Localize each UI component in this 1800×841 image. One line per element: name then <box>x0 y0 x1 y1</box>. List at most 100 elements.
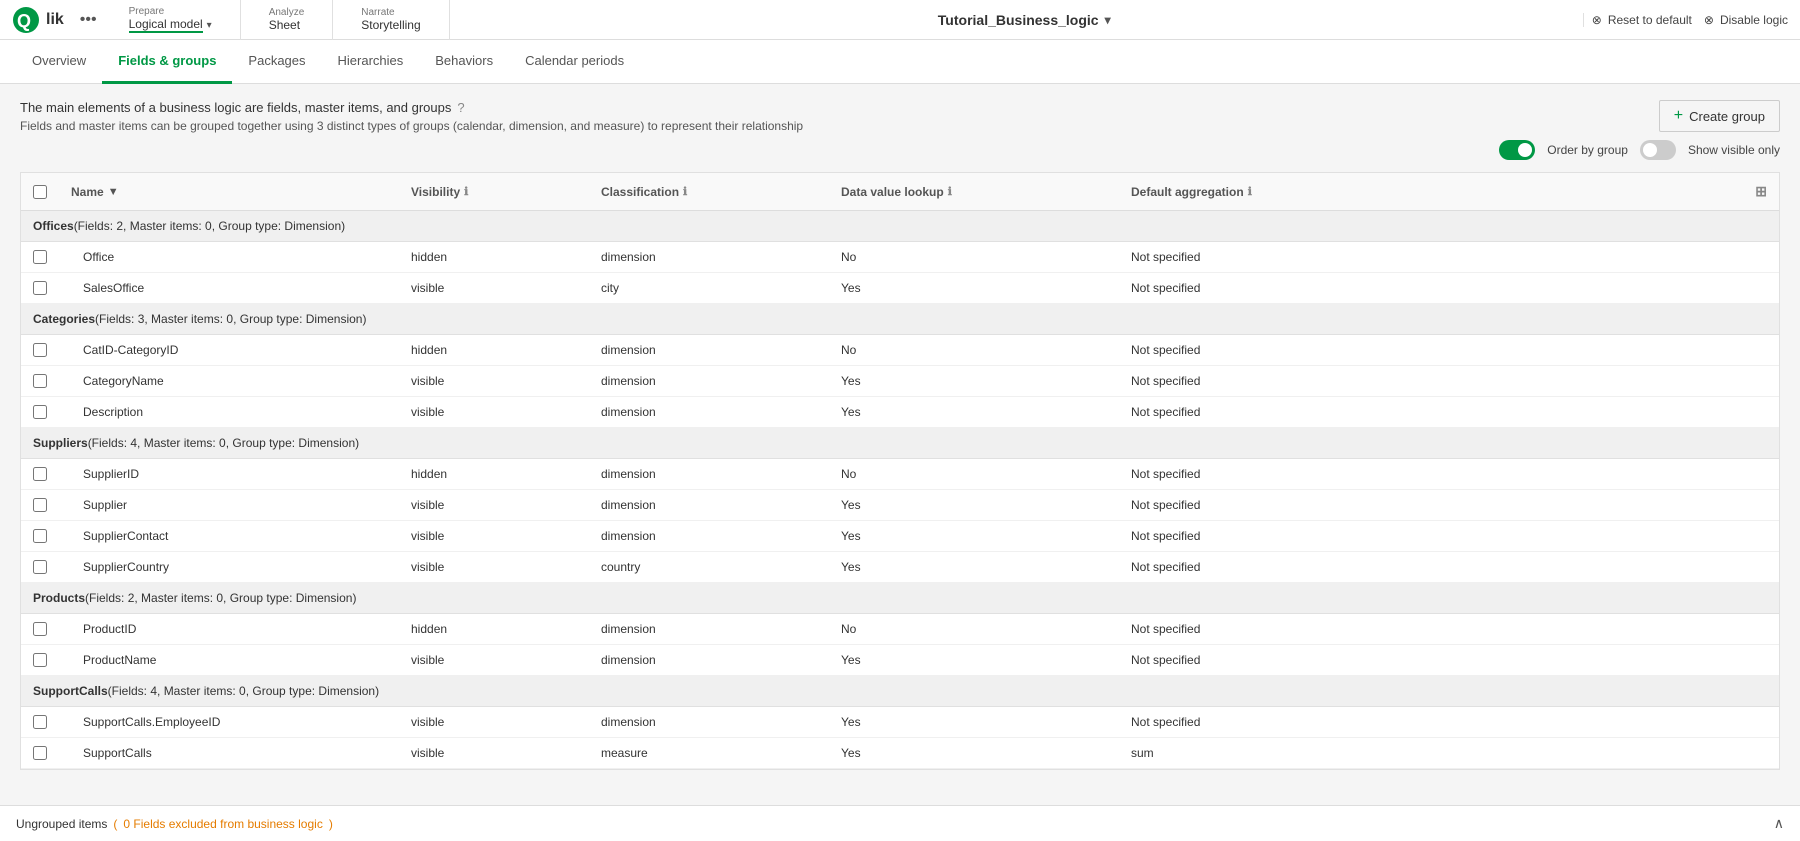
field-visibility: visible <box>411 498 444 512</box>
row-checkbox[interactable] <box>33 498 47 512</box>
row-data-value-lookup-cell: Yes <box>829 521 1119 552</box>
name-filter-icon[interactable]: ▼ <box>108 186 119 198</box>
default-aggregation-info-icon[interactable]: ℹ <box>1248 185 1252 198</box>
row-name-cell: Description <box>59 397 399 428</box>
field-default-aggregation: Not specified <box>1131 374 1200 388</box>
row-checkbox[interactable] <box>33 715 47 729</box>
row-checkbox[interactable] <box>33 560 47 574</box>
field-name: CategoryName <box>83 374 164 388</box>
column-settings-icon[interactable]: ⊞ <box>1755 183 1767 200</box>
ungrouped-items-label: Ungrouped items <box>16 817 107 831</box>
table-group-header[interactable]: Categories(Fields: 3, Master items: 0, G… <box>21 304 1779 335</box>
order-by-group-toggle[interactable] <box>1499 140 1535 160</box>
row-classification-cell: dimension <box>589 645 829 676</box>
data-value-lookup-info-icon[interactable]: ℹ <box>948 185 952 198</box>
tab-fields-groups[interactable]: Fields & groups <box>102 40 232 84</box>
table-row[interactable]: ProductNamevisibledimensionYesNot specif… <box>21 645 1779 676</box>
disable-x-icon: ⊗ <box>1704 13 1714 27</box>
row-checkbox[interactable] <box>33 405 47 419</box>
tab-hierarchies[interactable]: Hierarchies <box>322 40 420 84</box>
field-name: Supplier <box>83 498 127 512</box>
row-checkbox-cell <box>21 273 59 304</box>
table-group-header[interactable]: Products(Fields: 2, Master items: 0, Gro… <box>21 583 1779 614</box>
table-row[interactable]: CatID-CategoryIDhiddendimensionNoNot spe… <box>21 335 1779 366</box>
table-group-header[interactable]: Suppliers(Fields: 4, Master items: 0, Gr… <box>21 428 1779 459</box>
table-row[interactable]: SuppliervisibledimensionYesNot specified <box>21 490 1779 521</box>
table-row[interactable]: OfficehiddendimensionNoNot specified <box>21 242 1779 273</box>
bottom-bar-collapse-icon[interactable]: ∧ <box>1774 815 1784 832</box>
table-row[interactable]: SupplierIDhiddendimensionNoNot specified <box>21 459 1779 490</box>
table-row[interactable]: SupportCalls.EmployeeIDvisibledimensionY… <box>21 707 1779 738</box>
reset-to-default-button[interactable]: ⊗ Reset to default <box>1592 13 1692 27</box>
row-checkbox[interactable] <box>33 746 47 760</box>
disable-logic-button[interactable]: ⊗ Disable logic <box>1704 13 1788 27</box>
classification-column-header: Classification ℹ <box>589 173 829 211</box>
field-classification: measure <box>601 746 648 760</box>
field-data-value-lookup: Yes <box>841 498 861 512</box>
app-title-dropdown-icon[interactable]: ▾ <box>1105 13 1111 27</box>
name-column-label: Name <box>71 185 104 199</box>
tab-calendar-periods[interactable]: Calendar periods <box>509 40 640 84</box>
tab-overview[interactable]: Overview <box>16 40 102 84</box>
row-checkbox-cell <box>21 366 59 397</box>
row-checkbox[interactable] <box>33 529 47 543</box>
group-name: Suppliers <box>33 436 88 450</box>
row-classification-cell: dimension <box>589 459 829 490</box>
table-row[interactable]: ProductIDhiddendimensionNoNot specified <box>21 614 1779 645</box>
row-checkbox[interactable] <box>33 374 47 388</box>
narrate-value: Storytelling <box>361 18 420 32</box>
table-body: Offices(Fields: 2, Master items: 0, Grou… <box>21 211 1779 769</box>
tab-packages[interactable]: Packages <box>232 40 321 84</box>
field-name: SupplierID <box>83 467 139 481</box>
field-default-aggregation: Not specified <box>1131 281 1200 295</box>
analyze-nav-item[interactable]: Analyze Sheet <box>257 0 317 40</box>
row-checkbox-cell <box>21 645 59 676</box>
more-menu-button[interactable]: ••• <box>72 11 105 29</box>
table-row[interactable]: SupportCallsvisiblemeasureYessum <box>21 738 1779 769</box>
row-checkbox[interactable] <box>33 343 47 357</box>
plus-icon: + <box>1674 107 1683 125</box>
field-classification: dimension <box>601 622 656 636</box>
row-checkbox[interactable] <box>33 250 47 264</box>
table-group-header[interactable]: SupportCalls(Fields: 4, Master items: 0,… <box>21 676 1779 707</box>
row-checkbox[interactable] <box>33 467 47 481</box>
row-visibility-cell: visible <box>399 273 589 304</box>
row-checkbox-cell <box>21 335 59 366</box>
row-classification-cell: dimension <box>589 242 829 273</box>
row-classification-cell: dimension <box>589 366 829 397</box>
table-row[interactable]: SalesOfficevisiblecityYesNot specified <box>21 273 1779 304</box>
prepare-nav-item[interactable]: Prepare Logical model ▾ <box>117 0 224 40</box>
field-visibility: visible <box>411 405 444 419</box>
ungrouped-count-value: 0 Fields excluded from business logic <box>123 817 322 831</box>
analyze-label: Analyze <box>269 7 305 18</box>
info-subtitle: Fields and master items can be grouped t… <box>20 119 803 133</box>
classification-info-icon[interactable]: ℹ <box>683 185 687 198</box>
field-default-aggregation: Not specified <box>1131 343 1200 357</box>
row-checkbox-cell <box>21 521 59 552</box>
create-group-button[interactable]: + Create group <box>1659 100 1780 132</box>
info-question-icon[interactable]: ? <box>457 100 464 115</box>
show-visible-only-label: Show visible only <box>1688 143 1780 157</box>
data-value-lookup-column-header: Data value lookup ℹ <box>829 173 1119 211</box>
row-classification-cell: dimension <box>589 521 829 552</box>
table-row[interactable]: SupplierCountryvisiblecountryYesNot spec… <box>21 552 1779 583</box>
row-default-aggregation-cell: Not specified <box>1119 242 1779 273</box>
row-checkbox[interactable] <box>33 622 47 636</box>
row-checkbox[interactable] <box>33 653 47 667</box>
row-visibility-cell: visible <box>399 366 589 397</box>
field-classification: dimension <box>601 374 656 388</box>
table-row[interactable]: SupplierContactvisibledimensionYesNot sp… <box>21 521 1779 552</box>
fields-table: Name ▼ Visibility ℹ Clas <box>21 173 1779 769</box>
tab-behaviors[interactable]: Behaviors <box>419 40 509 84</box>
table-scroll-area[interactable]: Name ▼ Visibility ℹ Clas <box>21 173 1779 769</box>
visibility-info-icon[interactable]: ℹ <box>464 185 468 198</box>
select-all-checkbox[interactable] <box>33 185 47 199</box>
table-row[interactable]: DescriptionvisibledimensionYesNot specif… <box>21 397 1779 428</box>
row-checkbox[interactable] <box>33 281 47 295</box>
show-visible-only-toggle[interactable] <box>1640 140 1676 160</box>
row-default-aggregation-cell: Not specified <box>1119 521 1779 552</box>
table-group-header[interactable]: Offices(Fields: 2, Master items: 0, Grou… <box>21 211 1779 242</box>
table-row[interactable]: CategoryNamevisibledimensionYesNot speci… <box>21 366 1779 397</box>
row-visibility-cell: visible <box>399 397 589 428</box>
narrate-nav-item[interactable]: Narrate Storytelling <box>349 0 432 40</box>
